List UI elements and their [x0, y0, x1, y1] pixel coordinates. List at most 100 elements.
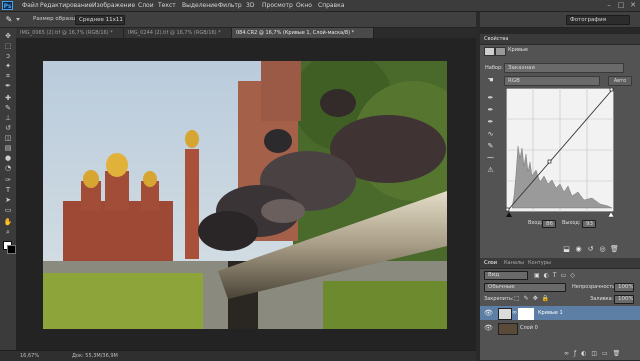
menu-window[interactable]: Окно [296, 1, 312, 10]
white-point-eyedropper-icon[interactable]: ✒ [486, 118, 495, 127]
curves-graph[interactable] [506, 88, 614, 212]
type-tool-icon[interactable]: T [3, 186, 13, 194]
menu-help[interactable]: Справка [318, 1, 344, 10]
delete-icon[interactable]: 🗑 [610, 245, 619, 254]
eye-icon[interactable]: 👁 [484, 324, 493, 332]
minimize-icon[interactable]: – [604, 1, 614, 10]
visibility-icon[interactable]: ◎ [598, 245, 607, 254]
menu-view[interactable]: Просмотр [262, 1, 293, 10]
menu-layers[interactable]: Слои [138, 1, 154, 10]
blend-mode-value: Обычные [488, 284, 515, 290]
layer-row-curves[interactable]: 👁 ∞ Кривые 1 [480, 306, 640, 320]
preset-label: Набор: [485, 65, 503, 71]
menu-3d[interactable]: 3D [246, 1, 254, 10]
clone-stamp-tool-icon[interactable]: ⊥ [3, 114, 13, 122]
menu-type[interactable]: Текст [158, 1, 176, 10]
hand-tool-icon[interactable]: ✋ [3, 218, 13, 226]
menu-image[interactable]: Изображение [92, 1, 135, 10]
menu-select[interactable]: Выделение [182, 1, 218, 10]
layers-footer-icons[interactable]: ∞ƒ◐◫▭🗑 [564, 349, 636, 358]
smooth-icon[interactable]: ⁓ [486, 154, 495, 163]
gray-point-eyedropper-icon[interactable]: ✒ [486, 106, 495, 115]
document-tabs: IMG_0065 (2).tif @ 16,7% (RGB/16) * IMG_… [16, 28, 476, 38]
input-field[interactable]: 86 [542, 220, 556, 228]
eye-icon[interactable]: 👁 [484, 309, 493, 317]
eraser-tool-icon[interactable]: ◫ [3, 134, 13, 142]
view-previous-icon[interactable]: ◉ [574, 245, 583, 254]
auto-button[interactable]: Авто [608, 76, 632, 86]
layer-mask-thumbnail[interactable] [518, 308, 534, 320]
menu-filter[interactable]: Фильтр [218, 1, 242, 10]
crop-tool-icon[interactable]: ⌗ [3, 72, 13, 80]
input-label: Вход: [528, 220, 543, 226]
tab-label: IMG_0065 (2).tif @ 16,7% (RGB/16) * [20, 30, 113, 36]
layer-row-layer0[interactable]: 👁 Слой 0 [480, 321, 640, 335]
reset-icon[interactable]: ↺ [586, 245, 595, 254]
sample-size-value: Среднее 11x11 [79, 17, 123, 23]
tab-label: IMG_0244 (2).tif @ 16,7% (RGB/16) * [128, 30, 221, 36]
zoom-tool-icon[interactable]: ⌕ [3, 228, 13, 236]
history-brush-tool-icon[interactable]: ↺ [3, 124, 13, 132]
preset-select[interactable]: Заказная [504, 63, 624, 73]
close-icon[interactable]: ✕ [628, 1, 638, 10]
menu-edit[interactable]: Редактирование [40, 1, 92, 10]
auto-button-label: Авто [613, 78, 627, 84]
brush-tool-icon[interactable]: ✎ [3, 104, 13, 112]
lock-icons[interactable]: ⬚✎✥🔒 [514, 295, 564, 303]
warning-icon[interactable]: ⚠ [486, 166, 495, 175]
sample-size-label: Размер образца: [33, 16, 81, 22]
zoom-level[interactable]: 16,67% [20, 353, 39, 360]
clip-to-layer-icon[interactable]: ⬓ [562, 245, 571, 254]
layer-kind-filter[interactable]: Вид [484, 271, 528, 280]
menu-bar: Ps Файл Редактирование Изображение Слои … [0, 0, 640, 12]
document-photo[interactable] [43, 61, 447, 329]
workspace-select[interactable]: Фотография [566, 15, 630, 25]
layer-filter-icons[interactable]: ▣◐T▭◇ [534, 271, 614, 280]
pencil-curve-icon[interactable]: ✎ [486, 142, 495, 151]
menu-file[interactable]: Файл [22, 1, 39, 10]
output-field[interactable]: 93 [582, 220, 596, 228]
quick-selection-tool-icon[interactable]: ✦ [3, 62, 13, 70]
marquee-tool-icon[interactable]: ⬚ [3, 42, 13, 50]
dodge-tool-icon[interactable]: ◔ [3, 164, 13, 172]
adjustment-title: Кривые [508, 47, 528, 53]
black-point-eyedropper-icon[interactable]: ✒ [486, 94, 495, 103]
input-gradient-slider[interactable] [506, 212, 614, 218]
eyedropper-icon[interactable]: ✎ [4, 15, 14, 24]
channel-value: RGB [508, 78, 520, 84]
move-tool-icon[interactable]: ✥ [3, 32, 13, 40]
curves-adjustment-icon [484, 47, 495, 56]
maximize-icon[interactable]: □ [616, 1, 626, 10]
eyedropper-tool-icon[interactable]: ✒ [3, 82, 13, 90]
opacity-field[interactable]: 100% [614, 283, 634, 292]
lasso-tool-icon[interactable]: ↄ [3, 52, 13, 60]
chain-link-icon[interactable]: ∞ [512, 309, 517, 316]
target-adjustment-icon[interactable]: ☚ [486, 76, 495, 85]
blend-mode-select[interactable]: Обычные [484, 283, 566, 292]
channel-select[interactable]: RGB [504, 76, 600, 86]
properties-panel: Свойства Кривые Набор: Заказная ☚ RGB Ав… [480, 34, 640, 258]
tab-channels[interactable]: Каналы [504, 260, 524, 267]
sample-size-select[interactable]: Среднее 11x11 [75, 15, 125, 25]
tab-084-cr2[interactable]: 084.CR2 @ 16,7% (Кривые 1, Слой-маска/8)… [232, 28, 374, 38]
blur-tool-icon[interactable]: ● [3, 154, 13, 162]
tab-paths[interactable]: Контуры [528, 260, 551, 267]
fill-label: Заливка: [590, 296, 614, 302]
tab-img-0244[interactable]: IMG_0244 (2).tif @ 16,7% (RGB/16) * [124, 28, 232, 38]
layer-mask-icon[interactable] [495, 47, 506, 56]
layer-name[interactable]: Кривые 1 [538, 310, 563, 317]
healing-brush-tool-icon[interactable]: ✚ [3, 94, 13, 102]
layer-name[interactable]: Слой 0 [520, 325, 538, 332]
properties-panel-title[interactable]: Свойства [484, 36, 508, 43]
pen-tool-icon[interactable]: ✑ [3, 176, 13, 184]
kind-value: Вид [488, 272, 500, 278]
tab-img-0065[interactable]: IMG_0065 (2).tif @ 16,7% (RGB/16) * [16, 28, 124, 38]
gradient-tool-icon[interactable]: ▤ [3, 144, 13, 152]
shape-tool-icon[interactable]: ▭ [3, 206, 13, 214]
tool-preset-arrow-icon[interactable] [16, 18, 20, 21]
background-color-swatch[interactable] [7, 245, 16, 254]
tab-layers[interactable]: Слои [484, 260, 497, 267]
path-selection-tool-icon[interactable]: ➤ [3, 196, 13, 204]
fill-field[interactable]: 100% [614, 295, 634, 304]
curve-edit-icon[interactable]: ∿ [486, 130, 495, 139]
